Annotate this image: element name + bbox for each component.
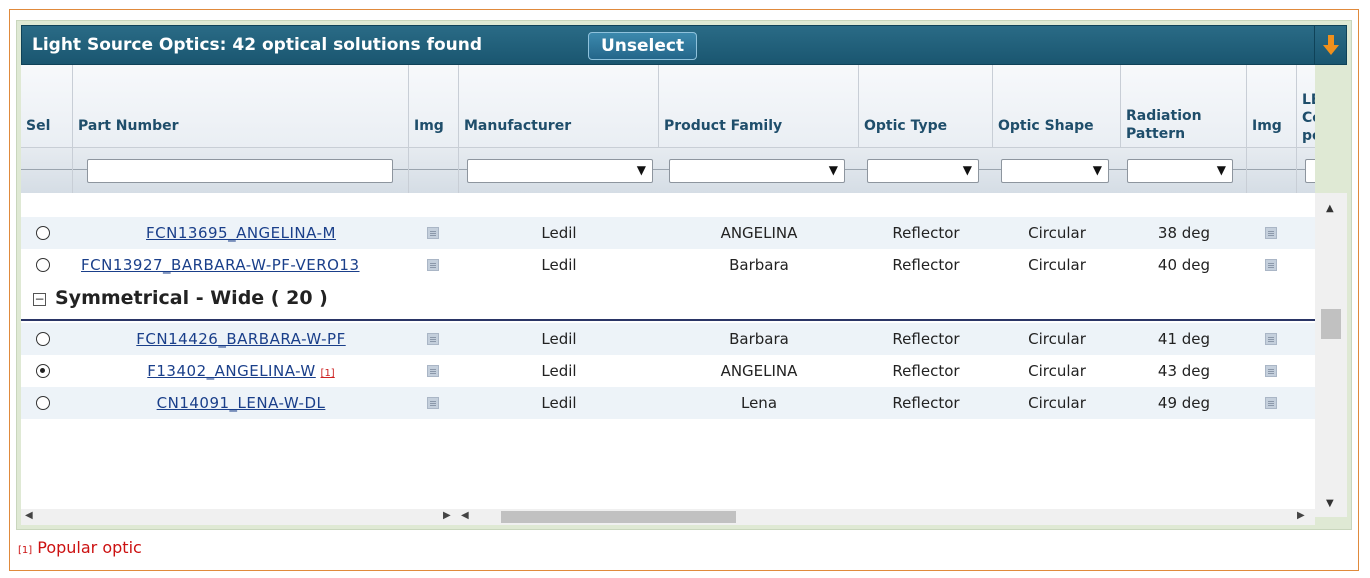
- optic-type-cell: Reflector: [892, 362, 960, 380]
- results-table: Sel Part Number Img Manufacturer Product…: [21, 65, 1315, 517]
- image-thumbnail-icon[interactable]: [427, 333, 439, 345]
- led-count-filter-input[interactable]: [1305, 159, 1315, 183]
- image-thumbnail-icon[interactable]: [1265, 227, 1277, 239]
- image-thumbnail-icon[interactable]: [427, 259, 439, 271]
- dropdown-arrow-icon: ▼: [962, 163, 972, 177]
- horizontal-scrollbar[interactable]: ◀ ▶ ◀ ▶: [21, 509, 1315, 525]
- optic-type-cell: Reflector: [892, 330, 960, 348]
- product-family-cell: ANGELINA: [720, 362, 798, 380]
- dropdown-arrow-icon: ▼: [828, 163, 838, 177]
- row-select-radio[interactable]: [36, 226, 50, 240]
- export-button[interactable]: [1314, 26, 1346, 64]
- optic-shape-cell: Circular: [1028, 256, 1086, 274]
- scroll-down-arrow-icon[interactable]: ▼: [1326, 498, 1334, 509]
- optic-type-filter-select[interactable]: ▼: [867, 159, 979, 183]
- popular-marker: [1]: [320, 368, 335, 379]
- row-select-radio[interactable]: [36, 258, 50, 272]
- group-label: Symmetrical - Wide ( 20 ): [55, 287, 328, 309]
- table-row[interactable]: FCN13695_ANGELINA-M Ledil ANGELINA Refle…: [21, 217, 1315, 249]
- product-family-cell: Barbara: [729, 330, 789, 348]
- footnote-text: Popular optic: [37, 538, 142, 557]
- radiation-pattern-cell: 49 deg: [1157, 394, 1211, 412]
- download-arrow-icon: [1322, 35, 1339, 55]
- grid-title-bar: Light Source Optics: 42 optical solution…: [21, 25, 1347, 65]
- grid-title: Light Source Optics: 42 optical solution…: [32, 35, 483, 55]
- image-thumbnail-icon[interactable]: [1265, 365, 1277, 377]
- footnote-marker: [1]: [18, 545, 33, 556]
- collapse-minus-icon[interactable]: −: [33, 293, 46, 306]
- product-family-filter-select[interactable]: ▼: [669, 159, 845, 183]
- scroll-right-arrow-icon[interactable]: ▶: [1297, 510, 1305, 521]
- table-body: FCN13695_ANGELINA-M Ledil ANGELINA Refle…: [21, 193, 1315, 517]
- part-number-link[interactable]: FCN14426_BARBARA-W-PF: [136, 330, 345, 348]
- horizontal-scroll-thumb[interactable]: [501, 511, 736, 523]
- row-select-radio[interactable]: [36, 396, 50, 410]
- scroll-up-arrow-icon[interactable]: ▲: [1326, 203, 1334, 214]
- optic-shape-filter-select[interactable]: ▼: [1001, 159, 1109, 183]
- optic-shape-cell: Circular: [1028, 394, 1086, 412]
- manufacturer-cell: Ledil: [541, 362, 577, 380]
- unselect-button[interactable]: Unselect: [588, 32, 698, 60]
- table-row[interactable]: FCN14426_BARBARA-W-PF Ledil Barbara Refl…: [21, 323, 1315, 355]
- table-row[interactable]: F13402_ANGELINA-W [1] Ledil ANGELINA Ref…: [21, 355, 1315, 387]
- part-number-link[interactable]: FCN13695_ANGELINA-M: [146, 224, 336, 242]
- optic-type-cell: Reflector: [892, 394, 960, 412]
- optic-type-cell: Reflector: [892, 224, 960, 242]
- manufacturer-cell: Ledil: [541, 256, 577, 274]
- image-thumbnail-icon[interactable]: [1265, 397, 1277, 409]
- footnote: [1] Popular optic: [18, 538, 142, 557]
- scroll-left-arrow-icon[interactable]: ◀: [25, 510, 33, 521]
- radiation-pattern-cell: 43 deg: [1157, 362, 1211, 380]
- optic-shape-cell: Circular: [1028, 224, 1086, 242]
- part-number-filter-input[interactable]: [87, 159, 393, 183]
- scroll-left-arrow-icon[interactable]: ◀: [461, 510, 469, 521]
- table-row[interactable]: CN14091_LENA-W-DL Ledil Lena Reflector C…: [21, 387, 1315, 419]
- radiation-pattern-cell: 38 deg: [1157, 224, 1211, 242]
- radiation-pattern-filter-select[interactable]: ▼: [1127, 159, 1233, 183]
- product-family-cell: Barbara: [729, 256, 789, 274]
- row-select-radio[interactable]: [36, 332, 50, 346]
- dropdown-arrow-icon: ▼: [636, 163, 646, 177]
- optics-panel: Light Source Optics: 42 optical solution…: [9, 9, 1359, 571]
- product-family-cell: Lena: [740, 394, 778, 412]
- image-thumbnail-icon[interactable]: [1265, 333, 1277, 345]
- image-thumbnail-icon[interactable]: [427, 365, 439, 377]
- part-number-link[interactable]: F13402_ANGELINA-W: [147, 362, 316, 380]
- optics-grid: Light Source Optics: 42 optical solution…: [16, 20, 1352, 530]
- manufacturer-cell: Ledil: [541, 394, 577, 412]
- vertical-scroll-thumb[interactable]: [1321, 309, 1341, 339]
- manufacturer-filter-select[interactable]: ▼: [467, 159, 653, 183]
- row-select-radio[interactable]: [36, 364, 50, 378]
- image-thumbnail-icon[interactable]: [1265, 259, 1277, 271]
- scroll-right-arrow-icon[interactable]: ▶: [443, 510, 451, 521]
- image-thumbnail-icon[interactable]: [427, 227, 439, 239]
- manufacturer-cell: Ledil: [541, 330, 577, 348]
- radiation-pattern-cell: 41 deg: [1157, 330, 1211, 348]
- product-family-cell: ANGELINA: [720, 224, 798, 242]
- dropdown-arrow-icon: ▼: [1216, 163, 1226, 177]
- image-thumbnail-icon[interactable]: [427, 397, 439, 409]
- radiation-pattern-cell: 40 deg: [1157, 256, 1211, 274]
- optic-type-cell: Reflector: [892, 256, 960, 274]
- optic-shape-cell: Circular: [1028, 362, 1086, 380]
- group-header-row[interactable]: − Symmetrical - Wide ( 20 ): [21, 277, 1315, 321]
- part-number-link[interactable]: FCN13927_BARBARA-W-PF-VERO13: [81, 256, 360, 274]
- optic-shape-cell: Circular: [1028, 330, 1086, 348]
- manufacturer-cell: Ledil: [541, 224, 577, 242]
- part-number-link[interactable]: CN14091_LENA-W-DL: [157, 394, 326, 412]
- vertical-scrollbar[interactable]: ▲ ▼: [1315, 193, 1347, 517]
- dropdown-arrow-icon: ▼: [1092, 163, 1102, 177]
